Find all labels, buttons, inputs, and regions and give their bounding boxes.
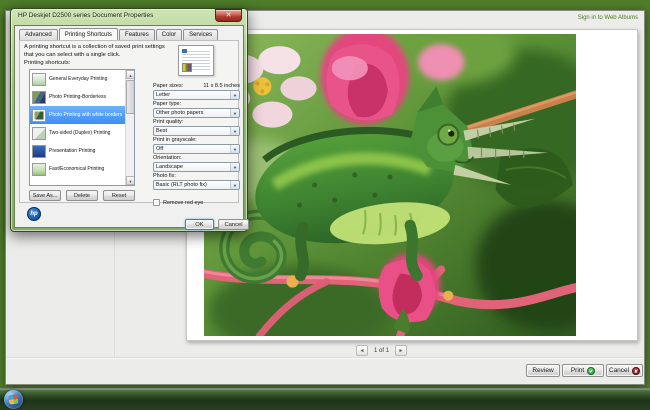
paper-type-field: Paper type: Other photo papers ▼ (153, 101, 240, 118)
reset-button[interactable]: Reset (103, 190, 135, 201)
remove-red-eye-checkbox[interactable] (153, 199, 160, 206)
everyday-printing-icon (32, 72, 46, 86)
chevron-down-icon: ▼ (230, 181, 239, 189)
list-item-label: Photo Printing with white borders (49, 111, 123, 118)
list-item[interactable]: Photo Printing-Borderless (30, 88, 134, 106)
signin-web-albums-link[interactable]: Sign in to Web Albums (578, 15, 638, 21)
photo-borderless-icon (32, 90, 46, 104)
scrollbar-thumb[interactable] (126, 80, 134, 114)
scroll-down-icon[interactable]: ▼ (126, 176, 134, 185)
chevron-down-icon: ▼ (230, 127, 239, 135)
chevron-down-icon: ▼ (230, 163, 239, 171)
close-icon[interactable]: ✕ (215, 9, 242, 22)
remove-red-eye-label: Remove red eye (163, 199, 204, 206)
photo-fix-select[interactable]: Basic (RLT photo fix) ▼ (153, 180, 240, 190)
economical-printing-icon (32, 162, 46, 176)
desktop: Sign in to Web Albums ◄ 1 of 1 ► Review … (0, 0, 650, 410)
grayscale-label: Print in grayscale: (153, 137, 197, 143)
list-scrollbar[interactable]: ▲ ▼ (125, 70, 134, 185)
save-as-button[interactable]: Save As... (29, 190, 61, 201)
dialog-tabs: Advanced Printing Shortcuts Features Col… (19, 28, 219, 41)
list-item-label: Presentation Printing (49, 147, 96, 154)
grayscale-value: Off (156, 146, 164, 152)
prev-page-button[interactable]: ◄ (356, 345, 368, 356)
chameleon-photo-graphic (204, 34, 576, 336)
photo-fix-label: Photo fix: (153, 173, 176, 179)
cancel-x-icon: ✘ (632, 366, 641, 375)
ok-button[interactable]: OK (185, 219, 214, 230)
print-button-label: Print (570, 367, 585, 374)
chameleon-photo (204, 34, 576, 336)
shortcut-description: A printing shortcut is a collection of s… (24, 44, 165, 58)
photo-fix-value: Basic (RLT photo fix) (156, 182, 207, 188)
list-item-label: General Everyday Printing (49, 75, 108, 82)
grayscale-field: Print in grayscale: Off ▼ (153, 137, 240, 154)
printing-shortcuts-list: General Everyday Printing Photo Printing… (29, 69, 135, 186)
printing-shortcuts-tab-page: A printing shortcut is a collection of s… (19, 40, 240, 206)
remove-red-eye-row: Remove red eye (153, 199, 203, 206)
list-item[interactable]: Two-sided (Duplex) Printing (30, 124, 134, 142)
chevron-down-icon: ▼ (230, 109, 239, 117)
paper-size-select[interactable]: Letter ▼ (153, 90, 240, 100)
list-item[interactable]: General Everyday Printing (30, 70, 134, 88)
print-preview-page (186, 29, 638, 341)
preview-image-block (182, 63, 192, 72)
hp-document-properties-dialog: HP Deskjet D2500 series Document Propert… (10, 8, 249, 232)
list-item-label: Photo Printing-Borderless (49, 93, 106, 100)
paper-size-note: 11 x 8.5 inches (203, 83, 240, 89)
review-button-label: Review (532, 367, 554, 374)
list-item-label: Fast/Economical Printing (49, 165, 105, 172)
chevron-down-icon: ▼ (230, 91, 239, 99)
print-quality-label: Print quality: (153, 119, 184, 125)
review-button[interactable]: Review (526, 364, 560, 377)
print-quality-select[interactable]: Best ▼ (153, 126, 240, 136)
hp-logo: hp (27, 207, 41, 221)
printing-shortcuts-label: Printing shortcuts: (24, 60, 71, 66)
chevron-down-icon: ▼ (230, 145, 239, 153)
duplex-printing-icon (32, 126, 46, 140)
orientation-value: Landscape (156, 164, 183, 170)
cancel-button[interactable]: Cancel (218, 219, 249, 230)
orientation-field: Orientation: Landscape ▼ (153, 155, 240, 172)
paper-type-value: Other photo papers (156, 110, 204, 116)
start-button[interactable] (4, 390, 23, 409)
grayscale-select[interactable]: Off ▼ (153, 144, 240, 154)
list-item[interactable]: Presentation Printing (30, 142, 134, 160)
scroll-up-icon[interactable]: ▲ (126, 70, 134, 79)
windows-flag-icon (8, 394, 19, 405)
page-pagination: ◄ 1 of 1 ► (356, 345, 408, 356)
delete-button[interactable]: Delete (66, 190, 98, 201)
taskbar: Ps Ps Ai ▲ ⚑ 10:21 PM 12/28/2010 (0, 388, 650, 410)
paper-sizes-field: Paper sizes: 11 x 8.5 inches Letter ▼ (153, 83, 240, 100)
print-cancel-button[interactable]: Cancel ✘ (606, 364, 643, 377)
page-count-label: 1 of 1 (374, 347, 390, 354)
presentation-printing-icon (32, 144, 46, 158)
footer-divider (7, 357, 643, 359)
paper-size-value: Letter (156, 92, 171, 98)
preview-header-block (182, 49, 187, 53)
orientation-label: Orientation: (153, 155, 182, 161)
print-button[interactable]: Print ✔ (562, 364, 604, 377)
list-item-label: Two-sided (Duplex) Printing (49, 129, 111, 136)
print-check-icon: ✔ (587, 366, 596, 375)
dialog-title: HP Deskjet D2500 series Document Propert… (18, 12, 154, 19)
photo-white-borders-icon (32, 108, 46, 122)
tab-printing-shortcuts[interactable]: Printing Shortcuts (58, 28, 119, 40)
print-quality-field: Print quality: Best ▼ (153, 119, 240, 136)
print-cancel-label: Cancel (608, 367, 630, 374)
print-quality-value: Best (156, 128, 168, 134)
paper-type-label: Paper type: (153, 101, 182, 107)
next-page-button[interactable]: ► (395, 345, 408, 356)
list-item-selected[interactable]: Photo Printing with white borders (30, 106, 134, 124)
photo-fix-field: Photo fix: Basic (RLT photo fix) ▼ (153, 173, 240, 190)
paper-type-select[interactable]: Other photo papers ▼ (153, 108, 240, 118)
dialog-client-area: Advanced Printing Shortcuts Features Col… (14, 25, 249, 230)
page-orientation-preview (178, 45, 214, 76)
list-item[interactable]: Fast/Economical Printing (30, 160, 134, 178)
orientation-select[interactable]: Landscape ▼ (153, 162, 240, 172)
